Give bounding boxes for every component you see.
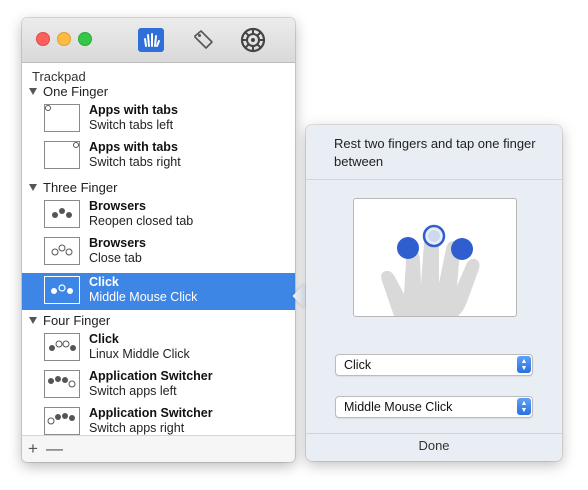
disclosure-triangle-icon	[29, 88, 37, 95]
group-label: Three Finger	[43, 180, 118, 195]
gesture-thumbnail-icon	[44, 333, 80, 361]
trackpad-illustration	[353, 198, 517, 317]
item-subtitle: Switch tabs left	[89, 118, 174, 132]
action-select[interactable]: Click ▲ ▼	[335, 354, 533, 376]
gesture-thumbnail-icon	[44, 200, 80, 228]
item-title: Application Switcher	[89, 406, 213, 420]
list-item[interactable]: Browsers Reopen closed tab	[22, 197, 295, 234]
group-one-finger[interactable]: One Finger	[29, 84, 108, 99]
item-subtitle: Switch apps left	[89, 384, 177, 398]
section-title: Trackpad	[32, 69, 86, 84]
list-item[interactable]: Apps with tabs Switch tabs right	[22, 138, 295, 175]
remove-button[interactable]: —	[46, 439, 63, 459]
toolbar-tags-button[interactable]	[188, 25, 218, 55]
stepper-arrows-icon: ▲ ▼	[517, 398, 531, 415]
gesture-thumbnail-icon	[44, 237, 80, 265]
gesture-thumbnail-icon	[44, 104, 80, 132]
item-title: Click	[89, 332, 119, 346]
gesture-thumbnail-icon	[44, 141, 80, 169]
gesture-list: Trackpad One Finger Apps with tabs Switc…	[22, 63, 295, 436]
list-item[interactable]: Application Switcher Switch apps left	[22, 367, 295, 404]
add-button[interactable]: +	[28, 439, 38, 459]
toolbar	[22, 18, 295, 63]
close-window-button[interactable]	[36, 32, 50, 46]
main-window: Trackpad One Finger Apps with tabs Switc…	[22, 18, 295, 462]
item-subtitle: Linux Middle Click	[89, 347, 190, 361]
divider	[306, 433, 562, 434]
hand-illustration-icon	[381, 224, 480, 316]
group-three-finger[interactable]: Three Finger	[29, 180, 117, 195]
list-item[interactable]: Click Linux Middle Click	[22, 330, 295, 367]
detail-select-value: Middle Mouse Click	[344, 400, 453, 414]
item-title: Application Switcher	[89, 369, 213, 383]
done-button[interactable]: Done	[306, 438, 562, 453]
item-subtitle: Middle Mouse Click	[89, 290, 198, 304]
item-subtitle: Switch apps right	[89, 421, 185, 435]
gesture-thumbnail-icon	[44, 407, 80, 435]
gear-icon	[240, 27, 266, 53]
item-title: Browsers	[89, 199, 146, 213]
item-title: Apps with tabs	[89, 140, 178, 154]
stepper-arrows-icon: ▲ ▼	[517, 356, 531, 373]
action-select-value: Click	[344, 358, 372, 372]
list-item[interactable]: Apps with tabs Switch tabs left	[22, 101, 295, 138]
list-item-selected[interactable]: Click Middle Mouse Click	[22, 273, 295, 310]
group-four-finger[interactable]: Four Finger	[29, 313, 110, 328]
list-item[interactable]: Browsers Close tab	[22, 234, 295, 271]
item-title: Browsers	[89, 236, 146, 250]
item-subtitle: Reopen closed tab	[89, 214, 194, 228]
gesture-thumbnail-icon	[44, 370, 80, 398]
gesture-detail-popover: Rest two fingers and tap one finger betw…	[306, 125, 562, 461]
group-label: Four Finger	[43, 313, 111, 328]
item-title: Apps with tabs	[89, 103, 178, 117]
item-subtitle: Close tab	[89, 251, 142, 265]
hand-gesture-icon	[138, 28, 164, 52]
gesture-thumbnail-icon	[44, 276, 80, 304]
detail-select[interactable]: Middle Mouse Click ▲ ▼	[335, 396, 533, 418]
list-footer: + —	[22, 435, 295, 462]
gesture-instruction: Rest two fingers and tap one finger betw…	[334, 136, 536, 169]
zoom-window-button[interactable]	[78, 32, 92, 46]
tag-icon	[194, 30, 213, 49]
divider	[306, 179, 562, 180]
disclosure-triangle-icon	[29, 184, 37, 191]
item-subtitle: Switch tabs right	[89, 155, 181, 169]
toolbar-settings-button[interactable]	[238, 25, 268, 55]
minimize-window-button[interactable]	[57, 32, 71, 46]
toolbar-gestures-button[interactable]	[136, 25, 166, 55]
item-title: Click	[89, 275, 119, 289]
group-label: One Finger	[43, 84, 109, 99]
disclosure-triangle-icon	[29, 317, 37, 324]
